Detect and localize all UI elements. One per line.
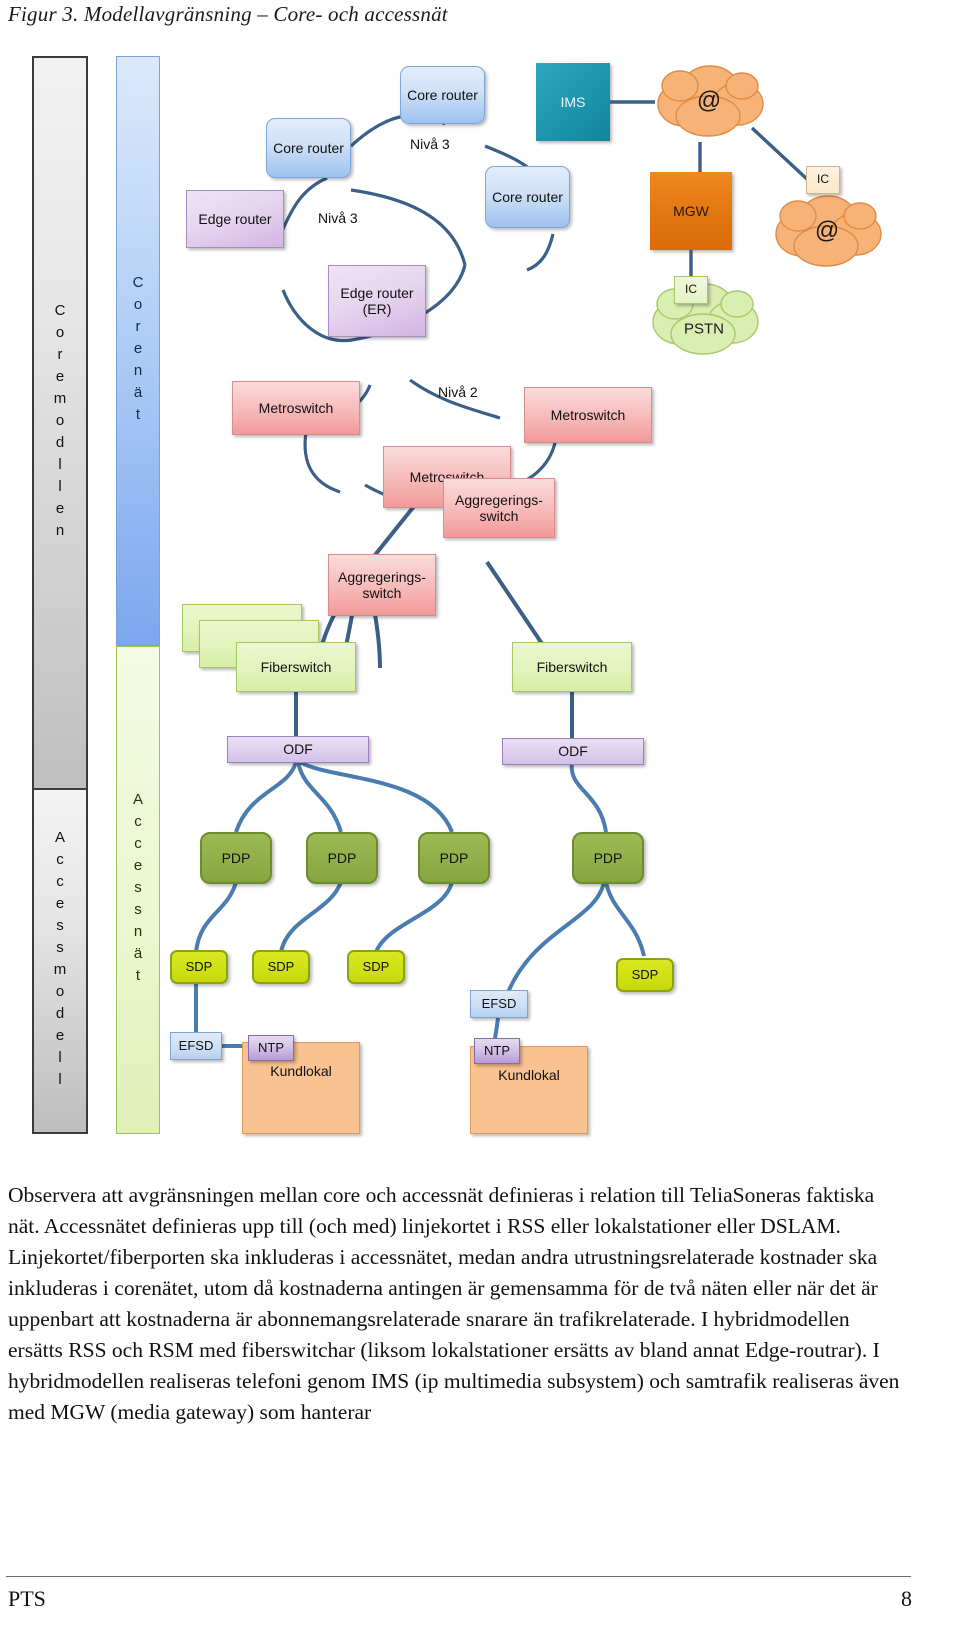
node-kundlokal-1-label: Kundlokal — [270, 1063, 332, 1079]
cloud-internet-2-label: @ — [814, 217, 840, 244]
node-ntp-1[interactable]: NTP — [248, 1035, 294, 1061]
cloud-internet-1-label: @ — [696, 87, 722, 114]
bar-access-model: Accessmodell — [32, 790, 88, 1134]
node-odf-1-label: ODF — [283, 741, 313, 758]
node-efsd-2[interactable]: EFSD — [470, 990, 528, 1018]
node-efsd-1-label: EFSD — [178, 1037, 214, 1053]
cloud-pstn-label: PSTN — [683, 320, 724, 338]
node-pdp-4-label: PDP — [593, 849, 623, 866]
node-sdp-3-label: SDP — [362, 958, 390, 974]
body-paragraph: Observera att avgränsningen mellan core … — [8, 1183, 900, 1424]
node-sdp-4[interactable]: SDP — [616, 958, 674, 992]
node-metroswitch-2-label: Metroswitch — [550, 406, 626, 423]
node-edge-router-1[interactable]: Edge router — [186, 190, 284, 248]
node-aggregation-switch-2[interactable]: Aggregerings- switch — [328, 554, 436, 616]
node-edge-router-er[interactable]: Edge router (ER) — [328, 265, 426, 337]
node-ntp-1-label: NTP — [258, 1039, 284, 1055]
cloud-internet-2: @ — [768, 190, 886, 272]
node-efsd-1[interactable]: EFSD — [170, 1032, 222, 1060]
node-edge-router-1-label: Edge router — [198, 210, 272, 227]
label-niva2: Nivå 2 — [438, 384, 478, 400]
bar-core-net: Corenät — [116, 56, 160, 646]
node-mgw-label: MGW — [673, 202, 709, 219]
figure-title: Figur 3. Modellavgränsning – Core- och a… — [8, 2, 448, 26]
network-diagram: .w { fill:none; stroke:#3b5f87; stroke-w… — [0, 50, 960, 1140]
node-metroswitch-1-label: Metroswitch — [258, 399, 334, 416]
node-aggregation-switch-2-label: Aggregerings- switch — [338, 568, 426, 601]
node-pdp-1-label: PDP — [221, 849, 251, 866]
node-edge-router-er-label: Edge router (ER) — [340, 284, 414, 317]
node-ic-internet[interactable]: IC — [806, 166, 840, 194]
footer-organisation: PTS — [8, 1586, 46, 1611]
bar-access-net: Accessnät — [116, 646, 160, 1134]
node-metroswitch-1[interactable]: Metroswitch — [232, 381, 360, 435]
node-sdp-2[interactable]: SDP — [252, 950, 310, 984]
node-ntp-2-label: NTP — [484, 1042, 510, 1058]
node-aggregation-switch-1-label: Aggregerings- switch — [455, 491, 543, 524]
node-fiberswitch-2[interactable]: Fiberswitch — [512, 642, 632, 692]
node-aggregation-switch-1[interactable]: Aggregerings- switch — [443, 478, 555, 538]
node-core-router-1-label: Core router — [273, 139, 344, 156]
node-fiberswitch-1-label: Fiberswitch — [260, 658, 332, 675]
footer-page-number: 8 — [901, 1586, 912, 1611]
node-pdp-1[interactable]: PDP — [200, 832, 272, 884]
node-core-router-2[interactable]: Core router — [400, 66, 485, 124]
footer-divider — [6, 1576, 911, 1577]
node-ic-pstn-label: IC — [685, 282, 697, 297]
node-core-router-2-label: Core router — [407, 86, 478, 103]
node-kundlokal-2-label: Kundlokal — [498, 1067, 560, 1083]
node-sdp-4-label: SDP — [631, 966, 659, 982]
node-pdp-2[interactable]: PDP — [306, 832, 378, 884]
node-efsd-2-label: EFSD — [481, 995, 517, 1011]
node-ims-label: IMS — [560, 93, 586, 110]
node-fiberswitch-2-label: Fiberswitch — [536, 658, 608, 675]
node-odf-2-label: ODF — [558, 743, 588, 760]
cloud-internet-1: @ — [650, 60, 768, 142]
node-pdp-4[interactable]: PDP — [572, 832, 644, 884]
bar-access-model-label: Accessmodell — [51, 829, 69, 1093]
node-ic-internet-label: IC — [817, 172, 829, 187]
node-odf-1[interactable]: ODF — [227, 736, 369, 763]
bar-access-net-label: Accessnät — [129, 791, 147, 989]
node-ntp-2[interactable]: NTP — [474, 1038, 520, 1064]
bar-core-model-label: Coremodllen — [51, 302, 69, 544]
bar-core-net-label: Corenät — [129, 274, 147, 428]
node-pdp-3-label: PDP — [439, 849, 469, 866]
node-pdp-3[interactable]: PDP — [418, 832, 490, 884]
node-sdp-3[interactable]: SDP — [347, 950, 405, 984]
label-niva3-top: Nivå 3 — [410, 136, 450, 152]
node-metroswitch-2[interactable]: Metroswitch — [524, 387, 652, 443]
node-mgw[interactable]: MGW — [650, 172, 732, 250]
node-fiberswitch-1[interactable]: Fiberswitch — [236, 642, 356, 692]
label-niva3-mid: Nivå 3 — [318, 210, 358, 226]
node-ims[interactable]: IMS — [536, 63, 610, 141]
node-core-router-3-label: Core router — [492, 188, 563, 205]
node-sdp-2-label: SDP — [267, 958, 295, 974]
node-pdp-2-label: PDP — [327, 849, 357, 866]
node-odf-2[interactable]: ODF — [502, 738, 644, 765]
node-sdp-1[interactable]: SDP — [170, 950, 228, 984]
bar-core-model: Coremodllen — [32, 56, 88, 790]
node-sdp-1-label: SDP — [185, 958, 213, 974]
node-core-router-1[interactable]: Core router — [266, 118, 351, 178]
node-ic-pstn[interactable]: IC — [674, 276, 708, 304]
node-core-router-3[interactable]: Core router — [485, 166, 570, 228]
